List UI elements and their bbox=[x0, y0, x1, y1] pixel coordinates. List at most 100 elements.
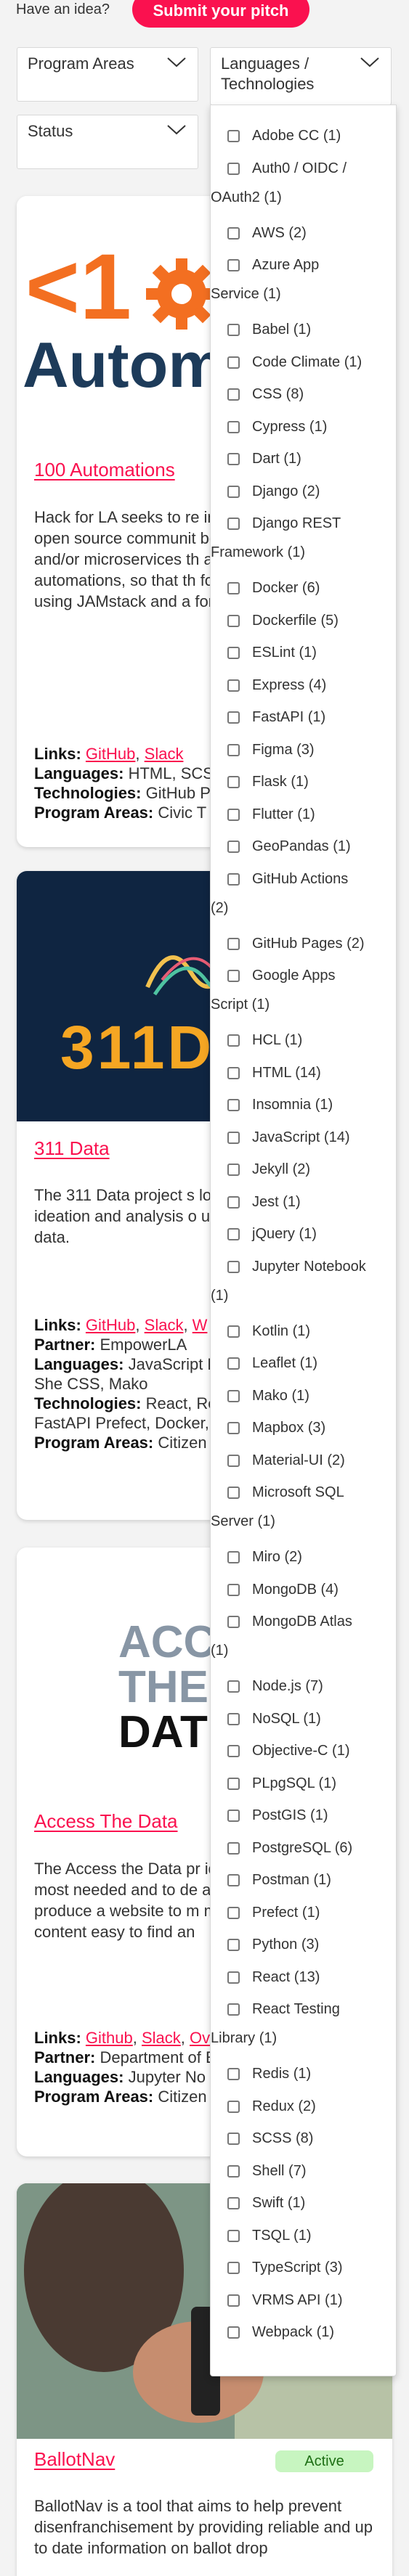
checkbox[interactable] bbox=[227, 485, 240, 498]
checkbox[interactable] bbox=[227, 1422, 240, 1434]
technology-option[interactable]: NoSQL (1) bbox=[227, 1704, 396, 1733]
checkbox[interactable] bbox=[227, 162, 240, 175]
technology-option[interactable]: Mako (1) bbox=[227, 1381, 396, 1410]
checkbox[interactable] bbox=[227, 1357, 240, 1370]
technology-option[interactable]: HCL (1) bbox=[227, 1026, 396, 1055]
technology-option[interactable]: Cypress (1) bbox=[227, 412, 396, 441]
technology-option[interactable]: Express (4) bbox=[227, 671, 396, 700]
technology-option[interactable]: PLpgSQL (1) bbox=[227, 1769, 396, 1798]
checkbox[interactable] bbox=[227, 808, 240, 821]
checkbox[interactable] bbox=[227, 1389, 240, 1402]
technology-option[interactable]: Docker (6) bbox=[227, 573, 396, 602]
checkbox[interactable] bbox=[227, 1164, 240, 1176]
checkbox[interactable] bbox=[227, 1195, 240, 1209]
technology-option[interactable]: AWS (2) bbox=[227, 218, 396, 248]
status-select[interactable]: Status bbox=[17, 115, 198, 169]
checkbox[interactable] bbox=[227, 1487, 240, 1499]
technology-option[interactable]: Leaflet (1) bbox=[227, 1349, 396, 1378]
submit-pitch-button[interactable]: Submit your pitch bbox=[132, 0, 309, 28]
technology-option[interactable]: Redis (1) bbox=[227, 2059, 396, 2088]
checkbox[interactable] bbox=[227, 1745, 240, 1757]
technology-option[interactable]: Swift (1) bbox=[227, 2188, 396, 2217]
technology-option[interactable]: MongoDB Atlas (1) bbox=[211, 1607, 396, 1665]
technology-option[interactable]: Figma (3) bbox=[227, 735, 396, 764]
technology-option[interactable]: Objective-C (1) bbox=[227, 1736, 396, 1765]
checkbox[interactable] bbox=[227, 388, 240, 401]
technology-option[interactable]: SCSS (8) bbox=[227, 2124, 396, 2153]
checkbox[interactable] bbox=[227, 841, 240, 853]
checkbox[interactable] bbox=[227, 872, 240, 886]
checkbox[interactable] bbox=[227, 420, 240, 433]
checkbox[interactable] bbox=[227, 1260, 240, 1273]
technology-option[interactable]: HTML (14) bbox=[227, 1058, 396, 1087]
checkbox[interactable] bbox=[227, 2326, 240, 2339]
technology-option[interactable]: Insomnia (1) bbox=[227, 1090, 396, 1119]
checkbox[interactable] bbox=[227, 1616, 240, 1628]
checkbox[interactable] bbox=[227, 130, 240, 142]
checkbox[interactable] bbox=[227, 1325, 240, 1338]
technology-option[interactable]: Material-UI (2) bbox=[227, 1446, 396, 1475]
checkbox[interactable] bbox=[227, 2100, 240, 2113]
languages-technologies-select[interactable]: Languages / Technologies bbox=[210, 47, 392, 105]
checkbox[interactable] bbox=[227, 1066, 240, 1079]
checkbox[interactable] bbox=[227, 614, 240, 627]
technology-option[interactable]: Auth0 / OIDC / OAuth2 (1) bbox=[211, 154, 396, 212]
overview-link[interactable]: Ov bbox=[190, 2029, 210, 2047]
checkbox[interactable] bbox=[227, 1874, 240, 1886]
checkbox[interactable] bbox=[227, 582, 240, 594]
technology-option[interactable]: Python (3) bbox=[227, 1930, 396, 1959]
checkbox[interactable] bbox=[227, 324, 240, 336]
checkbox[interactable] bbox=[227, 743, 240, 756]
checkbox[interactable] bbox=[227, 1939, 240, 1951]
technology-option[interactable]: JavaScript (14) bbox=[227, 1123, 396, 1152]
technology-option[interactable]: TSQL (1) bbox=[227, 2221, 396, 2250]
checkbox[interactable] bbox=[227, 970, 240, 982]
technology-option[interactable]: VRMS API (1) bbox=[227, 2286, 396, 2315]
technology-option[interactable]: jQuery (1) bbox=[227, 1219, 396, 1248]
checkbox[interactable] bbox=[227, 1228, 240, 1240]
checkbox[interactable] bbox=[227, 1551, 240, 1563]
program-areas-select[interactable]: Program Areas bbox=[17, 47, 198, 102]
checkbox[interactable] bbox=[227, 2229, 240, 2242]
checkbox[interactable] bbox=[227, 1712, 240, 1725]
project-title-link[interactable]: BallotNav bbox=[34, 2448, 115, 2471]
checkbox[interactable] bbox=[227, 1034, 240, 1047]
checkbox[interactable] bbox=[227, 1099, 240, 1111]
technology-option[interactable]: Google Apps Script (1) bbox=[211, 961, 396, 1019]
checkbox[interactable] bbox=[227, 1454, 240, 1467]
github-link[interactable]: GitHub bbox=[86, 745, 135, 763]
github-link[interactable]: GitHub bbox=[86, 1316, 135, 1334]
technology-option[interactable]: Webpack (1) bbox=[227, 2318, 396, 2347]
checkbox[interactable] bbox=[227, 453, 240, 465]
technology-option[interactable]: Jest (1) bbox=[227, 1187, 396, 1217]
technology-option[interactable]: Postman (1) bbox=[227, 1865, 396, 1894]
technology-option[interactable]: Dart (1) bbox=[227, 444, 396, 473]
checkbox[interactable] bbox=[227, 2164, 240, 2178]
slack-link[interactable]: Slack bbox=[142, 2029, 181, 2047]
technology-option[interactable]: Kotlin (1) bbox=[227, 1317, 396, 1346]
checkbox[interactable] bbox=[227, 679, 240, 692]
technology-option[interactable]: PostGIS (1) bbox=[227, 1801, 396, 1830]
technology-option[interactable]: Babel (1) bbox=[227, 315, 396, 344]
checkbox[interactable] bbox=[227, 1906, 240, 1919]
technology-option[interactable]: Django REST Framework (1) bbox=[211, 509, 396, 567]
technology-option[interactable]: GeoPandas (1) bbox=[227, 832, 396, 861]
technology-option[interactable]: Miro (2) bbox=[227, 1542, 396, 1571]
technology-option[interactable]: GitHub Pages (2) bbox=[227, 929, 396, 958]
technology-option[interactable]: PostgreSQL (6) bbox=[227, 1833, 396, 1863]
technology-option[interactable]: Dockerfile (5) bbox=[227, 606, 396, 635]
checkbox[interactable] bbox=[227, 1971, 240, 1984]
checkbox[interactable] bbox=[227, 937, 240, 950]
project-title-link[interactable]: 311 Data bbox=[34, 1137, 110, 1160]
technology-option[interactable]: Code Climate (1) bbox=[227, 348, 396, 377]
checkbox[interactable] bbox=[227, 1131, 240, 1144]
technology-option[interactable]: Flask (1) bbox=[227, 767, 396, 796]
technology-option[interactable]: FastAPI (1) bbox=[227, 703, 396, 732]
checkbox[interactable] bbox=[227, 356, 240, 369]
technology-option[interactable]: Adobe CC (1) bbox=[227, 121, 396, 150]
website-link[interactable]: W bbox=[193, 1316, 208, 1334]
slack-link[interactable]: Slack bbox=[145, 1316, 184, 1334]
checkbox[interactable] bbox=[227, 226, 240, 240]
technology-option[interactable]: Django (2) bbox=[227, 477, 396, 506]
project-title-link[interactable]: 100 Automations bbox=[34, 459, 175, 481]
